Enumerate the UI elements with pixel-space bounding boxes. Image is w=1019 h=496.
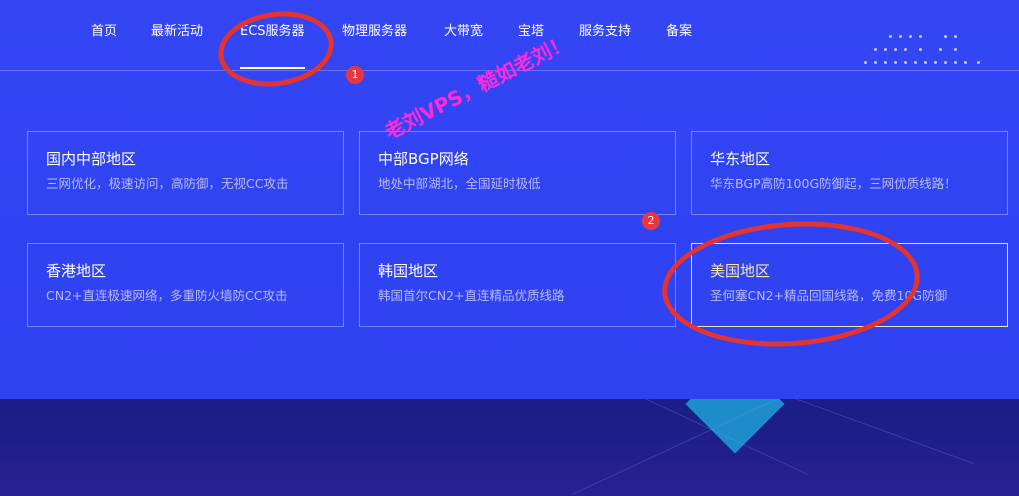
region-title: 华东地区 bbox=[710, 150, 771, 168]
region-desc: 三网优化，极速访问，高防御，无视CC攻击 bbox=[46, 176, 289, 191]
region-title: 韩国地区 bbox=[378, 262, 439, 280]
nav-item-latest-activities[interactable]: 最新活动 bbox=[151, 22, 203, 42]
region-title: 中部BGP网络 bbox=[378, 150, 469, 168]
region-desc: CN2+直连极速网络，多重防火墙防CC攻击 bbox=[46, 288, 288, 303]
region-card-central-bgp[interactable]: 中部BGP网络 地处中部湖北，全国延时极低 bbox=[359, 131, 676, 215]
annotation-badge-2: 2 bbox=[642, 212, 660, 230]
dropdown-panel: 首页 最新活动 ECS服务器 物理服务器 大带宽 宝塔 服务支持 备案 国内中部… bbox=[0, 0, 1019, 399]
nav-item-bandwidth[interactable]: 大带宽 bbox=[444, 22, 483, 42]
region-title: 香港地区 bbox=[46, 262, 107, 280]
region-card-hong-kong[interactable]: 香港地区 CN2+直连极速网络，多重防火墙防CC攻击 bbox=[27, 243, 344, 327]
nav-item-support[interactable]: 服务支持 bbox=[579, 22, 631, 42]
region-desc: 华东BGP高防100G防御起，三网优质线路！ bbox=[710, 176, 957, 191]
region-desc: 韩国首尔CN2+直连精品优质线路 bbox=[378, 288, 565, 303]
hero-background bbox=[0, 399, 1019, 496]
annotation-circle-usa bbox=[657, 213, 925, 355]
nav-item-home[interactable]: 首页 bbox=[91, 22, 117, 42]
region-card-korea[interactable]: 韩国地区 韩国首尔CN2+直连精品优质线路 bbox=[359, 243, 676, 327]
region-card-central-china[interactable]: 国内中部地区 三网优化，极速访问，高防御，无视CC攻击 bbox=[27, 131, 344, 215]
region-title: 国内中部地区 bbox=[46, 150, 137, 168]
region-desc: 地处中部湖北，全国延时极低 bbox=[378, 176, 541, 191]
decorative-line bbox=[785, 399, 975, 465]
decorative-dots bbox=[859, 30, 989, 70]
nav-item-icp-filing[interactable]: 备案 bbox=[666, 22, 692, 42]
decorative-diamond bbox=[685, 399, 785, 454]
nav-item-physical-server[interactable]: 物理服务器 bbox=[342, 22, 407, 42]
region-card-east-china[interactable]: 华东地区 华东BGP高防100G防御起，三网优质线路！ bbox=[691, 131, 1008, 215]
annotation-badge-1: 1 bbox=[346, 66, 364, 84]
